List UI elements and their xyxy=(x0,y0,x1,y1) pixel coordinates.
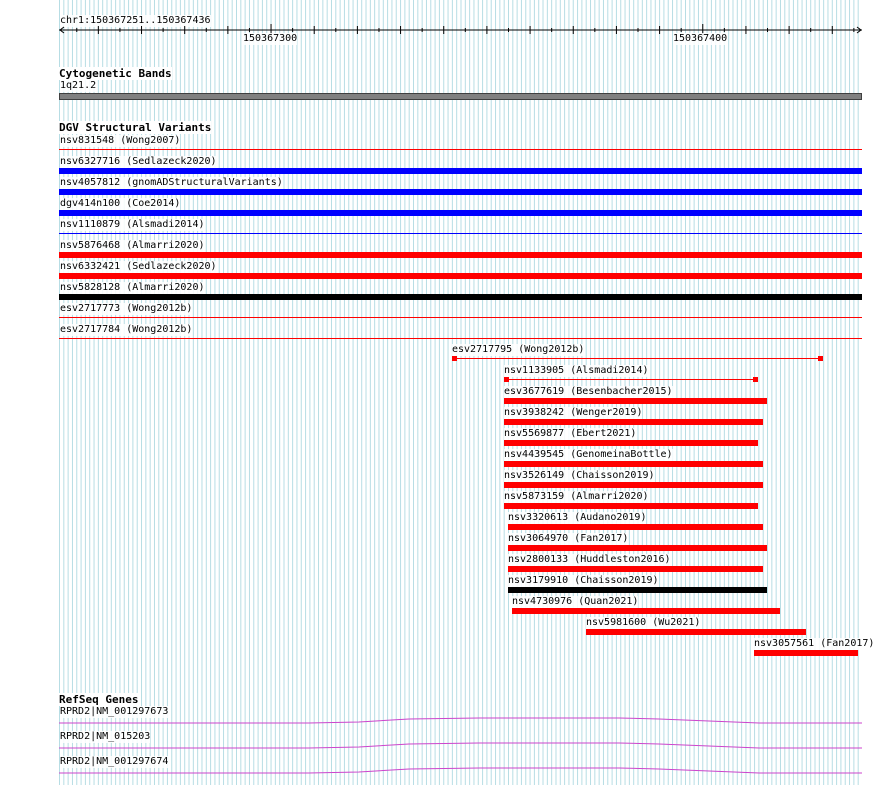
variant-label: nsv4057812 (gnomADStructuralVariants) xyxy=(60,177,283,189)
variant-label: nsv3179910 (Chaisson2019) xyxy=(508,575,659,587)
variant-label: nsv3064970 (Fan2017) xyxy=(508,533,629,545)
variant-line[interactable] xyxy=(59,317,862,318)
variant-label: nsv5873159 (Almarri2020) xyxy=(504,491,649,503)
variant-label: nsv5981600 (Wu2021) xyxy=(586,617,701,629)
variant-label: nsv6327716 (Sedlazeck2020) xyxy=(60,156,217,168)
gene-line xyxy=(59,767,862,774)
variant-bar[interactable] xyxy=(507,587,768,593)
base-grid xyxy=(59,0,859,785)
variant-label: esv3677619 (Besenbacher2015) xyxy=(504,386,673,398)
gene-model[interactable] xyxy=(59,716,862,726)
variant-end-cap[interactable] xyxy=(753,377,759,382)
variant-line[interactable] xyxy=(451,358,824,359)
variant-bar[interactable] xyxy=(512,608,780,614)
cytoband-track-title[interactable]: Cytogenetic Bands xyxy=(59,67,172,80)
variant-bar[interactable] xyxy=(503,440,759,446)
variant-bar[interactable] xyxy=(503,461,763,467)
variant-bar[interactable] xyxy=(507,566,763,572)
variant-line[interactable] xyxy=(503,379,759,380)
variant-label: nsv4730976 (Quan2021) xyxy=(512,596,639,608)
variant-label: nsv3057561 (Fan2017) xyxy=(754,638,875,650)
variant-label: nsv831548 (Wong2007) xyxy=(60,135,181,147)
variant-label: dgv414n100 (Coe2014) xyxy=(60,198,181,210)
variant-label: nsv3526149 (Chaisson2019) xyxy=(504,470,655,482)
ruler-tick-label: 150367400 xyxy=(673,33,728,45)
variant-bar[interactable] xyxy=(503,503,759,509)
variant-bar[interactable] xyxy=(59,252,862,258)
variant-bar[interactable] xyxy=(59,294,862,300)
variant-bar[interactable] xyxy=(754,650,858,656)
variant-start-cap[interactable] xyxy=(503,377,509,382)
cytoband-label: 1q21.2 xyxy=(60,80,97,92)
variant-bar[interactable] xyxy=(59,273,862,279)
gene-line xyxy=(59,717,862,724)
variant-label: nsv1133905 (Alsmadi2014) xyxy=(504,365,649,377)
variant-bar[interactable] xyxy=(503,398,768,404)
variant-label: nsv5569877 (Ebert2021) xyxy=(504,428,637,440)
dgv-track-title[interactable]: DGV Structural Variants xyxy=(59,121,212,134)
variant-label: esv2717784 (Wong2012b) xyxy=(60,324,193,336)
variant-start-cap[interactable] xyxy=(451,356,457,361)
variant-label: nsv3938242 (Wenger2019) xyxy=(504,407,643,419)
variant-label: nsv3320613 (Audano2019) xyxy=(508,512,647,524)
variant-label: nsv2800133 (Huddleston2016) xyxy=(508,554,671,566)
gene-line xyxy=(59,742,862,749)
variant-line[interactable] xyxy=(59,149,862,150)
variant-bar[interactable] xyxy=(59,168,862,174)
cytoband-bar[interactable] xyxy=(59,93,862,100)
variant-label: esv2717773 (Wong2012b) xyxy=(60,303,193,315)
coordinate-ruler[interactable] xyxy=(59,14,862,44)
refseq-track-title[interactable]: RefSeq Genes xyxy=(59,693,139,706)
variant-bar[interactable] xyxy=(503,419,763,425)
gene-model[interactable] xyxy=(59,741,862,751)
gene-model[interactable] xyxy=(59,766,862,776)
variant-label: nsv5876468 (Almarri2020) xyxy=(60,240,205,252)
variant-bar[interactable] xyxy=(585,629,806,635)
variant-bar[interactable] xyxy=(59,210,862,216)
variant-bar[interactable] xyxy=(507,545,768,551)
variant-label: nsv4439545 (GenomeinaBottle) xyxy=(504,449,673,461)
variant-label: nsv1110879 (Alsmadi2014) xyxy=(60,219,205,231)
variant-bar[interactable] xyxy=(59,189,862,195)
variant-label: nsv6332421 (Sedlazeck2020) xyxy=(60,261,217,273)
variant-bar[interactable] xyxy=(503,482,763,488)
variant-line[interactable] xyxy=(59,338,862,339)
variant-bar[interactable] xyxy=(507,524,763,530)
variant-label: esv2717795 (Wong2012b) xyxy=(452,344,585,356)
variant-label: nsv5828128 (Almarri2020) xyxy=(60,282,205,294)
variant-line[interactable] xyxy=(59,233,862,234)
ruler-tick-label: 150367300 xyxy=(243,33,298,45)
variant-end-cap[interactable] xyxy=(818,356,824,361)
